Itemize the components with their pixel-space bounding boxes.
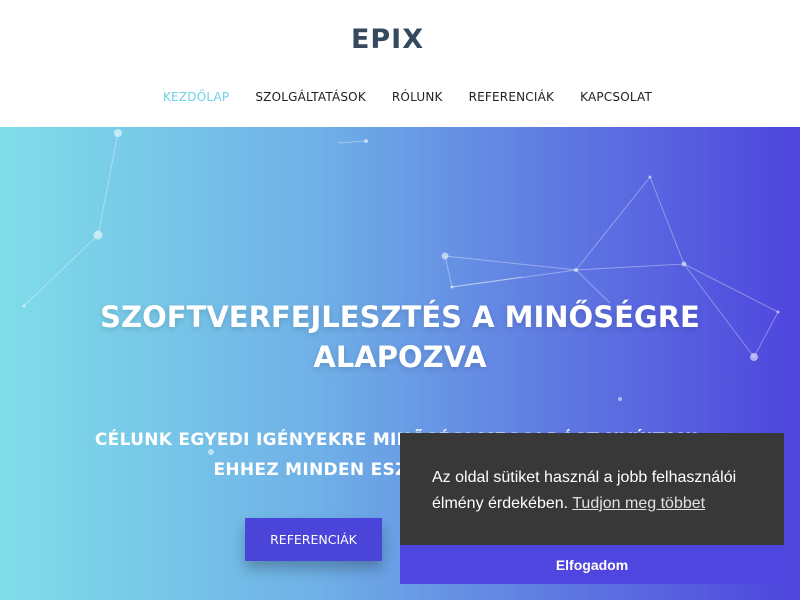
nav-item-services[interactable]: SZOLGÁLTATÁSOK [255,90,366,104]
cookie-message-container: Az oldal sütiket használ a jobb felhaszn… [432,465,772,517]
main-nav: KEZDŐLAP SZOLGÁLTATÁSOK RÓLUNK REFERENCI… [0,90,800,104]
cookie-learn-more-link[interactable]: Tudjon meg többet [572,495,705,512]
site-logo[interactable]: EPIX [0,24,775,55]
hero-title-line2: ALAPOZVA [313,340,487,374]
site-header: EPIX KEZDŐLAP SZOLGÁLTATÁSOK RÓLUNK REFE… [0,0,800,127]
references-button[interactable]: REFERENCIÁK [245,518,382,561]
hero-title: SZOFTVERFEJLESZTÉS A MINŐSÉGRE ALAPOZVA [70,297,730,377]
cookie-accept-button[interactable]: Elfogadom [400,545,784,584]
nav-item-about[interactable]: RÓLUNK [392,90,443,104]
cookie-banner: Az oldal sütiket használ a jobb felhaszn… [400,433,784,584]
nav-item-home[interactable]: KEZDŐLAP [163,90,229,104]
nav-item-contact[interactable]: KAPCSOLAT [580,90,652,104]
nav-item-references[interactable]: REFERENCIÁK [469,90,555,104]
hero-title-line1: SZOFTVERFEJLESZTÉS A MINŐSÉGRE [100,300,700,334]
